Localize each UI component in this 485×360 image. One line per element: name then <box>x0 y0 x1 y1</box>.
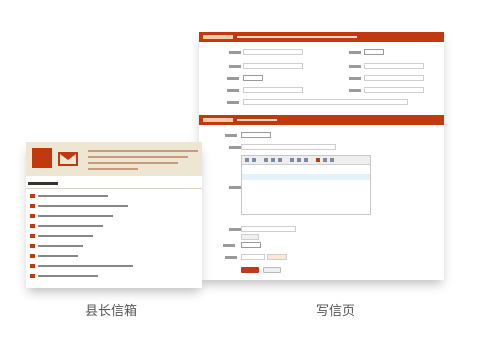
list-item[interactable] <box>28 212 200 221</box>
email-label <box>349 89 361 92</box>
public-select[interactable] <box>241 242 261 248</box>
write-page-caption: 写信页 <box>316 304 356 319</box>
letterbox-banner <box>26 142 202 176</box>
mail-bullet-icon <box>30 274 35 278</box>
attachment-input[interactable] <box>241 226 296 232</box>
edit-icon[interactable] <box>32 148 52 168</box>
mail-bullet-icon <box>30 264 35 268</box>
editor-content-area[interactable] <box>242 174 370 180</box>
mail-bullet-icon <box>30 254 35 258</box>
phone-label <box>227 89 239 92</box>
text-color-icon[interactable] <box>316 158 320 162</box>
mail-bullet-icon <box>30 204 35 208</box>
latest-topics-title <box>28 182 58 185</box>
submit-button[interactable] <box>241 267 259 273</box>
list-item[interactable] <box>28 202 200 211</box>
list-item[interactable] <box>28 262 200 271</box>
underline-icon[interactable] <box>278 158 282 162</box>
address-input[interactable] <box>243 99 408 105</box>
letterbox-screenshot <box>26 142 202 288</box>
preview-icon[interactable] <box>252 158 256 162</box>
email-input[interactable] <box>364 87 424 93</box>
letterbox-caption: 县长信箱 <box>85 304 138 319</box>
align-right-icon[interactable] <box>304 158 308 162</box>
job-label <box>349 65 361 68</box>
rich-text-editor[interactable] <box>241 155 371 215</box>
id-type-label <box>227 77 239 80</box>
content-label <box>229 186 241 189</box>
mail-icon[interactable] <box>58 152 78 166</box>
list-item[interactable] <box>28 232 200 241</box>
list-item[interactable] <box>28 222 200 231</box>
italic-icon[interactable] <box>271 158 275 162</box>
mail-bullet-icon <box>30 244 35 248</box>
captcha-input[interactable] <box>241 254 265 260</box>
mail-bullet-icon <box>30 224 35 228</box>
personal-info-header <box>199 32 444 42</box>
list-item[interactable] <box>28 242 200 251</box>
captcha-label <box>225 256 237 259</box>
bold-icon[interactable] <box>264 158 268 162</box>
image-icon[interactable] <box>330 158 334 162</box>
gender-select[interactable] <box>364 49 384 55</box>
letter-content-header <box>199 115 444 125</box>
write-letter-screenshot <box>199 30 444 280</box>
source-icon[interactable] <box>245 158 249 162</box>
list-item[interactable] <box>28 192 200 201</box>
attachment-label <box>229 228 241 231</box>
age-label <box>229 65 241 68</box>
name-input[interactable] <box>243 49 303 55</box>
mail-bullet-icon <box>30 234 35 238</box>
recipient-select[interactable] <box>241 132 271 138</box>
id-type-select[interactable] <box>243 75 263 81</box>
subject-label <box>229 146 241 149</box>
captcha-image[interactable] <box>267 254 287 260</box>
name-label <box>229 51 241 54</box>
align-left-icon[interactable] <box>290 158 294 162</box>
phone-input[interactable] <box>243 87 303 93</box>
recipient-label <box>225 134 237 137</box>
align-center-icon[interactable] <box>297 158 301 162</box>
public-label <box>223 244 235 247</box>
job-input[interactable] <box>364 63 424 69</box>
editor-toolbar <box>242 156 370 165</box>
list-item[interactable] <box>28 252 200 261</box>
mail-bullet-icon <box>30 194 35 198</box>
mail-bullet-icon <box>30 214 35 218</box>
address-label <box>227 101 239 104</box>
subject-input[interactable] <box>241 144 336 150</box>
age-input[interactable] <box>243 63 303 69</box>
id-number-input[interactable] <box>364 75 424 81</box>
browse-button[interactable] <box>241 234 259 240</box>
gender-label <box>349 51 361 54</box>
link-icon[interactable] <box>323 158 327 162</box>
list-item[interactable] <box>28 272 200 281</box>
id-number-label <box>349 77 361 80</box>
reset-button[interactable] <box>263 267 281 273</box>
divider <box>26 188 202 189</box>
